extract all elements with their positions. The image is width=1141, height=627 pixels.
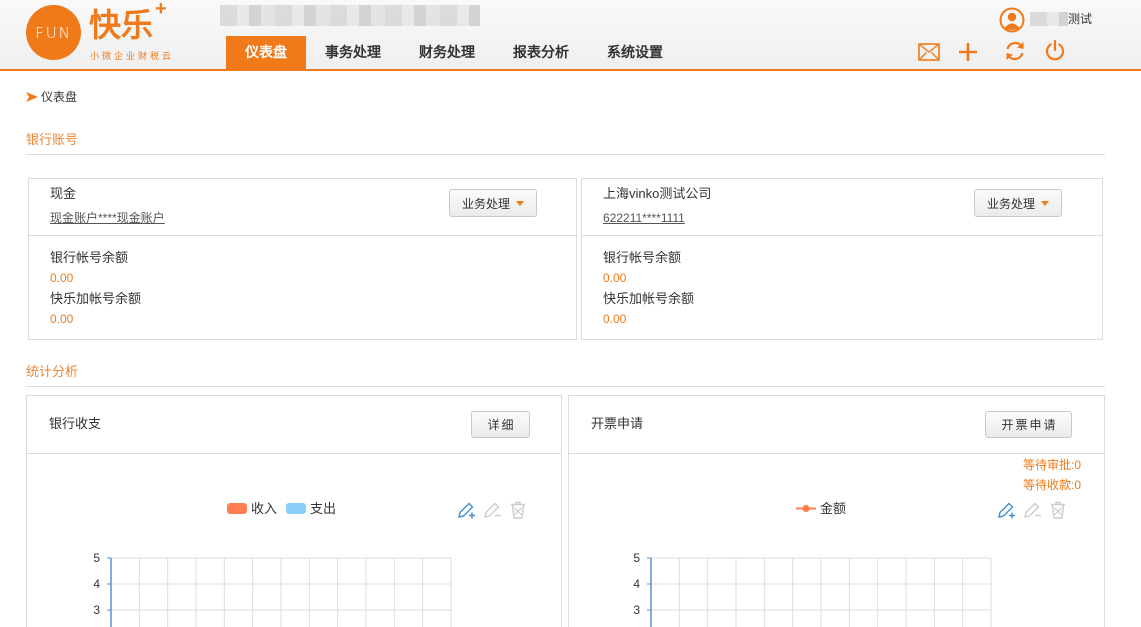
dropdown-label: 业务处理 xyxy=(986,196,1035,211)
legend-label-expense[interactable]: 支出 xyxy=(310,501,336,517)
tab-reports[interactable]: 报表分析 xyxy=(494,36,588,69)
section-title-bank-accounts: 银行账号 xyxy=(26,132,79,147)
bank-account-name: 上海vinko测试公司 xyxy=(603,186,712,201)
pending-approval-status[interactable]: 等待审批:0 xyxy=(1023,458,1081,472)
logo-brand: 快乐 + xyxy=(89,0,167,45)
bank-income-expense-panel: 银行收支 详细 收入 支出 5 4 3 xyxy=(26,395,562,627)
bank-balance-value: 0.00 xyxy=(50,271,74,285)
legend-label-amount[interactable]: 金额 xyxy=(820,501,846,517)
detail-button[interactable]: 详细 xyxy=(471,411,530,438)
pencil-plus-icon[interactable] xyxy=(996,500,1016,520)
bank-balance-label: 银行帐号余额 xyxy=(603,250,682,265)
trash-icon xyxy=(511,501,525,519)
tab-settings[interactable]: 系统设置 xyxy=(588,36,682,69)
user-name[interactable]: 测试 xyxy=(1068,12,1092,26)
y-tick-label: 3 xyxy=(633,603,640,617)
user-avatar-icon[interactable] xyxy=(999,7,1025,33)
bank-card: 现金 现金账户****现金账户 业务处理 银行帐号余额 0.00 快乐加帐号余额… xyxy=(28,178,577,340)
card-divider xyxy=(582,235,1102,236)
legend-line-marker-amount[interactable] xyxy=(795,503,817,514)
y-tick-label: 4 xyxy=(633,577,640,591)
refresh-icon[interactable] xyxy=(1004,40,1026,62)
top-header: FUN 快乐 + 小微企业财税云 仪表盘 事务处理 财务处理 报表分析 系统设置 … xyxy=(0,0,1141,71)
plus-icon[interactable] xyxy=(957,41,979,63)
caret-down-icon xyxy=(1041,200,1049,206)
brand-name: 快乐 xyxy=(89,7,154,43)
main-nav: 仪表盘 事务处理 财务处理 报表分析 系统设置 xyxy=(226,36,682,69)
invoice-request-panel: 开票申请 开票申请 等待审批:0 等待收款:0 金额 5 4 3 xyxy=(568,395,1105,627)
legend-label-income[interactable]: 收入 xyxy=(251,501,277,517)
panel-divider xyxy=(569,453,1104,454)
brand-slogan: 小微企业财税云 xyxy=(90,51,175,61)
section-divider xyxy=(26,154,1105,155)
pencil-plus-icon[interactable] xyxy=(456,500,476,520)
bank-balance-label: 银行帐号余额 xyxy=(50,250,129,265)
panel-title: 开票申请 xyxy=(591,416,644,431)
logo-mark-text: FUN xyxy=(35,23,72,42)
section-divider xyxy=(26,386,1105,387)
bank-account-number-link[interactable]: 622211****1111 xyxy=(603,211,685,225)
invoice-amount-chart: 5 4 3 xyxy=(633,551,992,627)
bank-card: 上海vinko测试公司 622211****1111 业务处理 银行帐号余额 0… xyxy=(581,178,1103,340)
business-actions-dropdown[interactable]: 业务处理 xyxy=(974,189,1062,217)
panel-title: 银行收支 xyxy=(49,416,102,431)
trash-icon xyxy=(1051,501,1065,519)
y-tick-label: 5 xyxy=(633,551,640,565)
brand-plus: + xyxy=(155,0,167,20)
section-title-statistics: 统计分析 xyxy=(26,364,79,379)
y-tick-label: 5 xyxy=(93,551,100,565)
redacted-user-name xyxy=(1030,12,1068,26)
bank-income-expense-chart: 5 4 3 xyxy=(93,551,452,627)
y-tick-label: 3 xyxy=(93,603,100,617)
pencil-minus-icon xyxy=(1024,502,1041,518)
tab-finance[interactable]: 财务处理 xyxy=(400,36,494,69)
panel-divider xyxy=(27,453,561,454)
invoice-request-button[interactable]: 开票申请 xyxy=(985,411,1072,438)
business-actions-dropdown[interactable]: 业务处理 xyxy=(449,189,537,217)
power-icon[interactable] xyxy=(1044,39,1066,61)
legend-swatch-expense[interactable] xyxy=(286,503,306,514)
bank-balance-value: 0.00 xyxy=(603,271,627,285)
kuaile-balance-label: 快乐加帐号余额 xyxy=(50,291,142,306)
logo-mark[interactable]: FUN xyxy=(26,5,81,60)
card-divider xyxy=(29,235,576,236)
mail-icon[interactable] xyxy=(918,43,940,61)
pending-payment-status[interactable]: 等待收款:0 xyxy=(1023,478,1081,492)
kuaile-balance-value: 0.00 xyxy=(603,312,627,326)
bank-account-number-link[interactable]: 现金账户****现金账户 xyxy=(50,211,165,225)
bank-account-name: 现金 xyxy=(50,186,77,201)
tab-dashboard[interactable]: 仪表盘 xyxy=(226,36,306,69)
tab-business[interactable]: 事务处理 xyxy=(306,36,400,69)
breadcrumb-arrow-icon xyxy=(26,92,38,102)
caret-down-icon xyxy=(516,200,524,206)
breadcrumb-current: 仪表盘 xyxy=(41,90,78,104)
redacted-company-name xyxy=(220,5,480,26)
legend-swatch-income[interactable] xyxy=(227,503,247,514)
dropdown-label: 业务处理 xyxy=(461,196,510,211)
y-tick-label: 4 xyxy=(93,577,100,591)
kuaile-balance-value: 0.00 xyxy=(50,312,74,326)
pencil-minus-icon xyxy=(484,502,501,518)
kuaile-balance-label: 快乐加帐号余额 xyxy=(603,291,695,306)
